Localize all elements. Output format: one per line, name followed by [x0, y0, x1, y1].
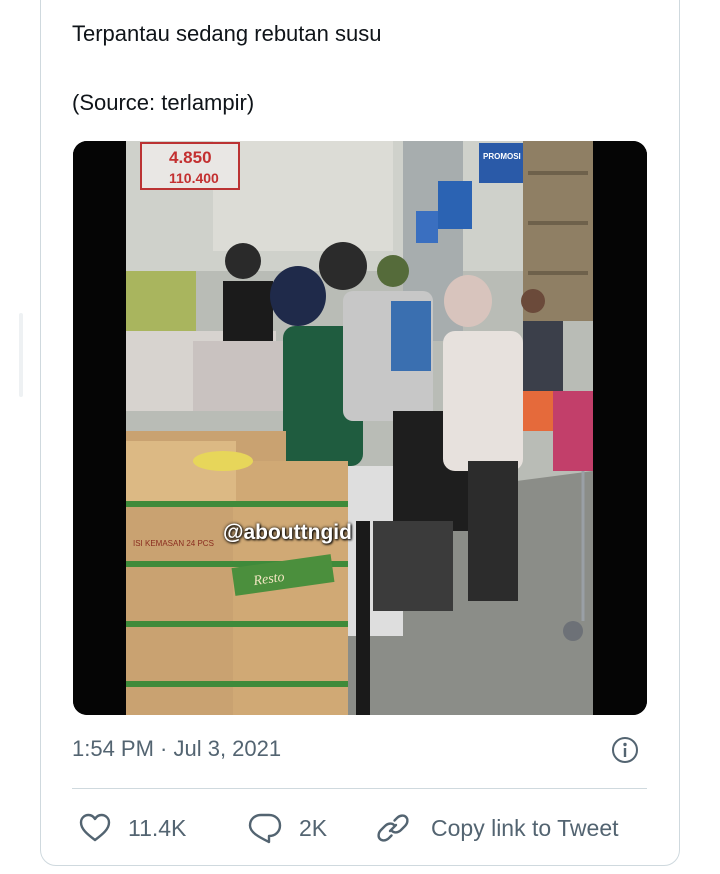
- promo-sign: PROMOSI: [483, 152, 521, 161]
- video-watermark: @abouttngid: [223, 521, 352, 544]
- copy-link-button[interactable]: Copy link to Tweet: [375, 808, 619, 848]
- tweet-video[interactable]: 4.850 110.400 PROMOSI Resto ISI KEMASAN …: [73, 141, 647, 715]
- tweet-timestamp[interactable]: 1:54 PM · Jul 3, 2021: [72, 736, 281, 762]
- price-tag-bottom: 110.400: [169, 170, 219, 186]
- like-button[interactable]: 11.4K: [78, 808, 186, 848]
- actions-divider: [72, 788, 647, 789]
- box-label-text: ISI KEMASAN 24 PCS: [133, 539, 214, 548]
- tweet-actions: 11.4K 2K Copy link to Tweet: [72, 808, 672, 848]
- info-icon[interactable]: [611, 736, 639, 764]
- video-frame: 4.850 110.400 PROMOSI Resto ISI KEMASAN …: [73, 141, 647, 715]
- reply-count: 2K: [299, 814, 328, 841]
- heart-icon: [78, 811, 112, 845]
- copy-link-label: Copy link to Tweet: [431, 814, 619, 841]
- price-tag-top: 4.850: [169, 148, 212, 167]
- link-icon: [375, 810, 411, 846]
- tweet-text-line-1: Terpantau sedang rebutan susu: [72, 21, 382, 46]
- like-count: 11.4K: [128, 814, 187, 841]
- scroll-indicator: [19, 313, 23, 397]
- tweet-text-line-2: (Source: terlampir): [72, 90, 255, 115]
- reply-bubble-icon: [247, 811, 283, 845]
- reply-button[interactable]: 2K: [247, 808, 327, 848]
